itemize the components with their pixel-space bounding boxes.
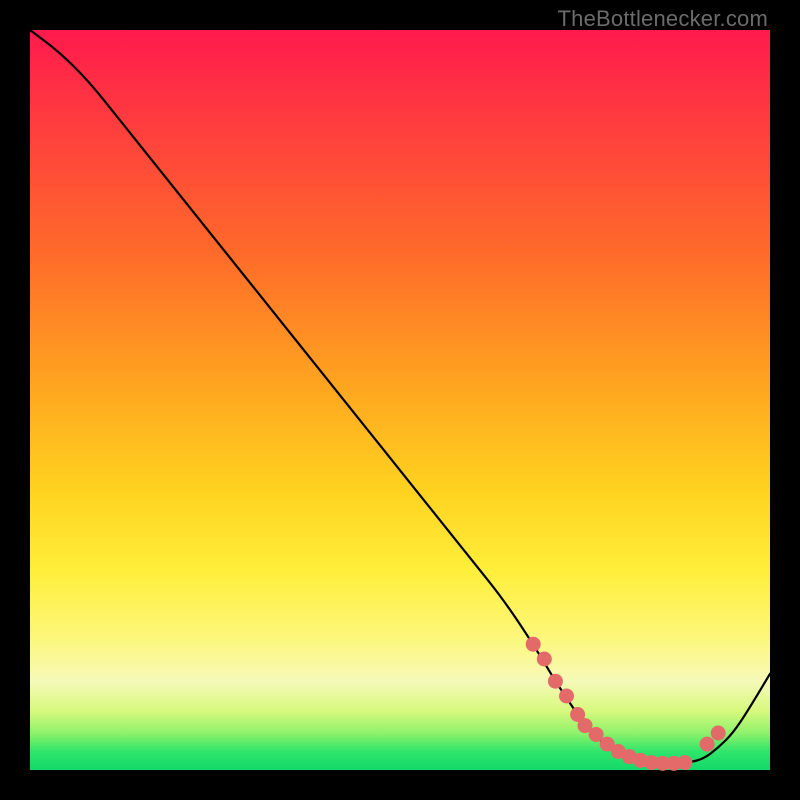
trough-dot — [548, 674, 563, 689]
chart-svg — [30, 30, 770, 770]
trough-dots-group — [526, 637, 726, 771]
trough-dot — [526, 637, 541, 652]
trough-dot — [711, 726, 726, 741]
trough-dot — [700, 737, 715, 752]
trough-dot — [537, 652, 552, 667]
attribution-text: TheBottlenecker.com — [558, 6, 768, 32]
trough-dot — [677, 755, 692, 770]
bottleneck-curve — [30, 30, 770, 764]
trough-dot — [559, 689, 574, 704]
plot-area — [30, 30, 770, 770]
chart-frame: TheBottlenecker.com — [0, 0, 800, 800]
